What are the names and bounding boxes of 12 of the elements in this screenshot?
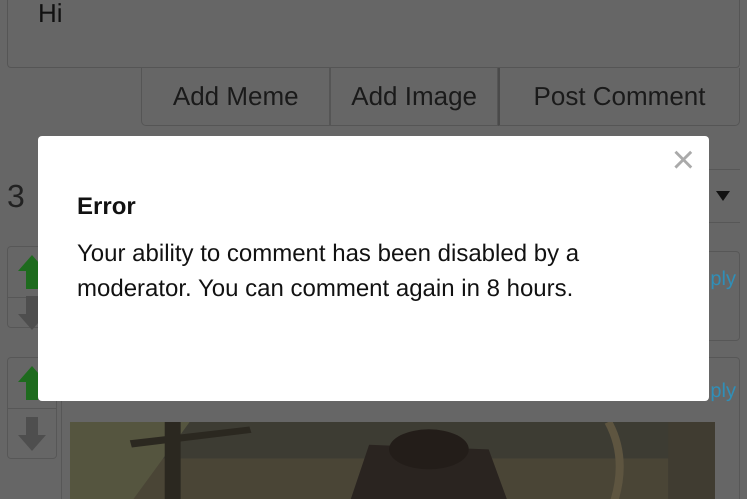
close-button[interactable]: ×: [670, 140, 697, 180]
reply-link[interactable]: ply: [710, 264, 736, 294]
toolbar-button[interactable]: Add Meme: [141, 68, 330, 126]
toolbar-button[interactable]: Post Comment: [498, 68, 740, 126]
dialog-message: Your ability to comment has been disabled by a moderator. You can comment again in 8 hours.: [77, 238, 580, 304]
caret-icon: [716, 191, 730, 201]
dialog-title: Error: [77, 193, 137, 222]
toolbar-button[interactable]: Add Image: [330, 68, 498, 126]
comment-field[interactable]: Hi: [7, 0, 740, 68]
comment-count: 3: [7, 180, 25, 212]
reply-link[interactable]: ply: [710, 376, 736, 406]
downvote-icon: [18, 416, 46, 450]
